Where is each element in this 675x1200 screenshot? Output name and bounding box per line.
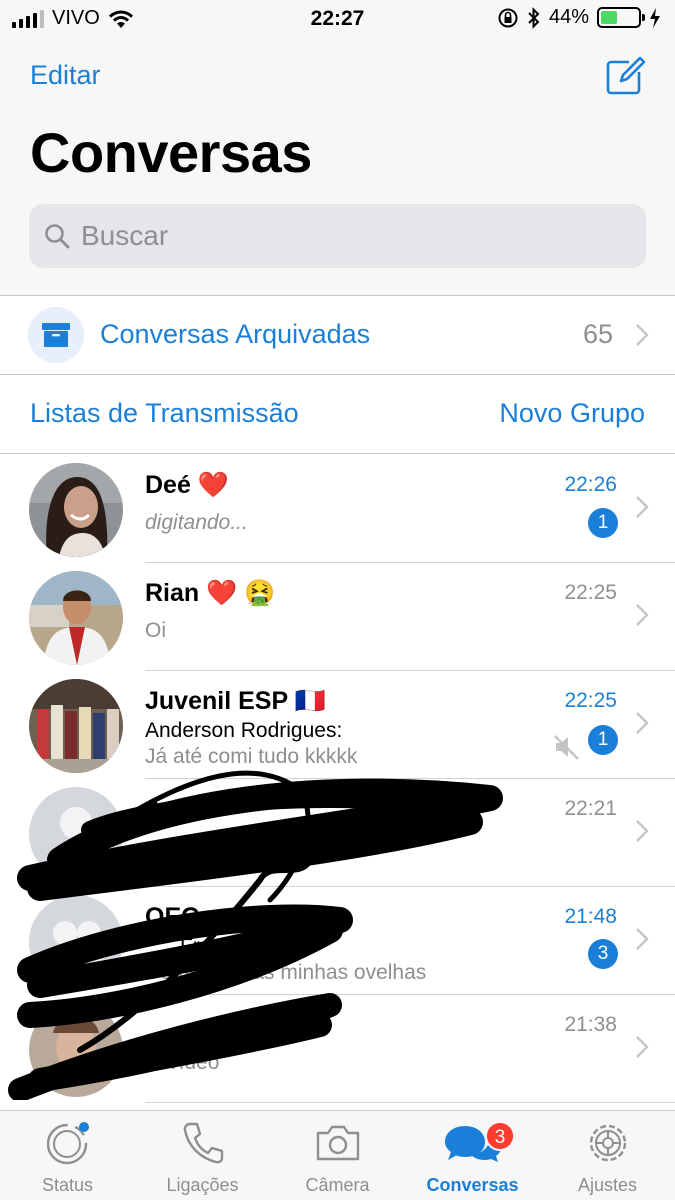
tab-bar: Status Ligações Câmera 3 Conversas Ajust… [0, 1110, 675, 1200]
edit-button[interactable]: Editar [30, 60, 101, 91]
chat-name: Jo [145, 795, 175, 823]
chat-preview: Come com as minhas ovelhas [145, 961, 427, 984]
chevron-right-icon [636, 928, 649, 950]
unread-badge: 1 [588, 508, 618, 538]
tab-calls[interactable]: Ligações [135, 1117, 270, 1196]
chat-time: 22:25 [564, 689, 617, 712]
archived-chats-row[interactable]: Conversas Arquivadas 65 [0, 297, 675, 375]
charging-bolt-icon [650, 7, 660, 28]
status-bar: VIVO 22:27 44% [0, 0, 675, 40]
avatar [29, 1003, 123, 1097]
muted-icon [554, 735, 579, 760]
tab-label: Status [41, 1175, 94, 1195]
search-input[interactable] [81, 220, 621, 252]
status-icon [46, 1122, 89, 1165]
tab-settings[interactable]: Ajustes [540, 1117, 675, 1196]
chevron-right-icon [636, 324, 649, 346]
rotation-lock-icon [498, 8, 518, 27]
search-icon [45, 224, 70, 249]
compose-icon[interactable] [603, 54, 647, 98]
new-group-link[interactable]: Novo Grupo [499, 398, 645, 429]
search-bar[interactable] [29, 204, 646, 268]
archived-label: Conversas Arquivadas [100, 319, 371, 349]
tab-chats[interactable]: 3 Conversas [405, 1117, 540, 1196]
tab-label: Ajustes [577, 1175, 638, 1195]
chat-preview: vídeo [168, 1051, 220, 1074]
chat-time: 21:48 [564, 905, 617, 928]
chat-row[interactable]: Deé ❤️ 22:26 digitando... 1 [0, 455, 675, 563]
chat-preview: Já até comi tudo kkkkk [145, 745, 358, 768]
broadcast-row: Listas de Transmissão Novo Grupo [0, 376, 675, 454]
chat-time: 22:25 [564, 581, 617, 604]
chat-name: Juvenil ESP 🇫🇷 [145, 687, 326, 715]
chat-row[interactable]: OEC 21:48 Franz: Come com as minhas ovel… [0, 887, 675, 995]
tab-label: Câmera [305, 1175, 370, 1195]
chat-row[interactable]: Juvenil ESP 🇫🇷 22:25 Anderson Rodrigues:… [0, 671, 675, 779]
chevron-right-icon [636, 604, 649, 626]
chat-row[interactable]: Jo 22:21 [0, 779, 675, 887]
archive-icon [28, 307, 84, 363]
archived-count: 65 [582, 319, 613, 349]
avatar [29, 463, 123, 557]
phone-icon [183, 1122, 223, 1164]
chat-sender: Anderson Rodrigues: [145, 719, 343, 742]
chat-name: Deé ❤️ [145, 471, 229, 499]
status-right: 44% [497, 6, 661, 29]
chevron-right-icon [636, 712, 649, 734]
chat-time: 22:26 [564, 473, 617, 496]
page-title: Conversas [30, 121, 312, 184]
gear-icon [589, 1124, 626, 1162]
unread-badge: 3 [588, 939, 618, 969]
avatar [29, 895, 123, 989]
chat-time: 21:38 [564, 1013, 617, 1036]
chat-preview: Oi [145, 619, 166, 642]
chevron-right-icon [636, 820, 649, 842]
broadcast-lists-link[interactable]: Listas de Transmissão [30, 398, 299, 429]
bluetooth-icon [528, 6, 540, 29]
chat-name: Rian ❤️ 🤮 [145, 579, 276, 607]
avatar [29, 571, 123, 665]
unread-badge: 1 [588, 725, 618, 755]
tab-label: Conversas [426, 1175, 519, 1195]
tab-label: Ligações [166, 1175, 239, 1195]
chat-time: 22:21 [564, 797, 617, 820]
chat-row[interactable]: Rian ❤️ 🤮 22:25 Oi [0, 563, 675, 671]
chat-row[interactable]: 21:38 vídeo [0, 995, 675, 1103]
chat-sender: Franz: [180, 935, 240, 958]
tab-camera[interactable]: Câmera [270, 1117, 405, 1196]
avatar [29, 787, 123, 881]
battery-icon [597, 7, 645, 28]
battery-percent: 44% [548, 6, 589, 28]
chevron-right-icon [636, 1036, 649, 1058]
tab-badge: 3 [485, 1121, 515, 1151]
tab-status[interactable]: Status [0, 1117, 135, 1196]
chat-name: OEC [145, 903, 200, 931]
chat-preview: digitando... [145, 511, 248, 534]
chevron-right-icon [636, 496, 649, 518]
camera-icon [316, 1125, 359, 1161]
avatar [29, 679, 123, 773]
navigation-header: Editar Conversas [0, 40, 675, 296]
